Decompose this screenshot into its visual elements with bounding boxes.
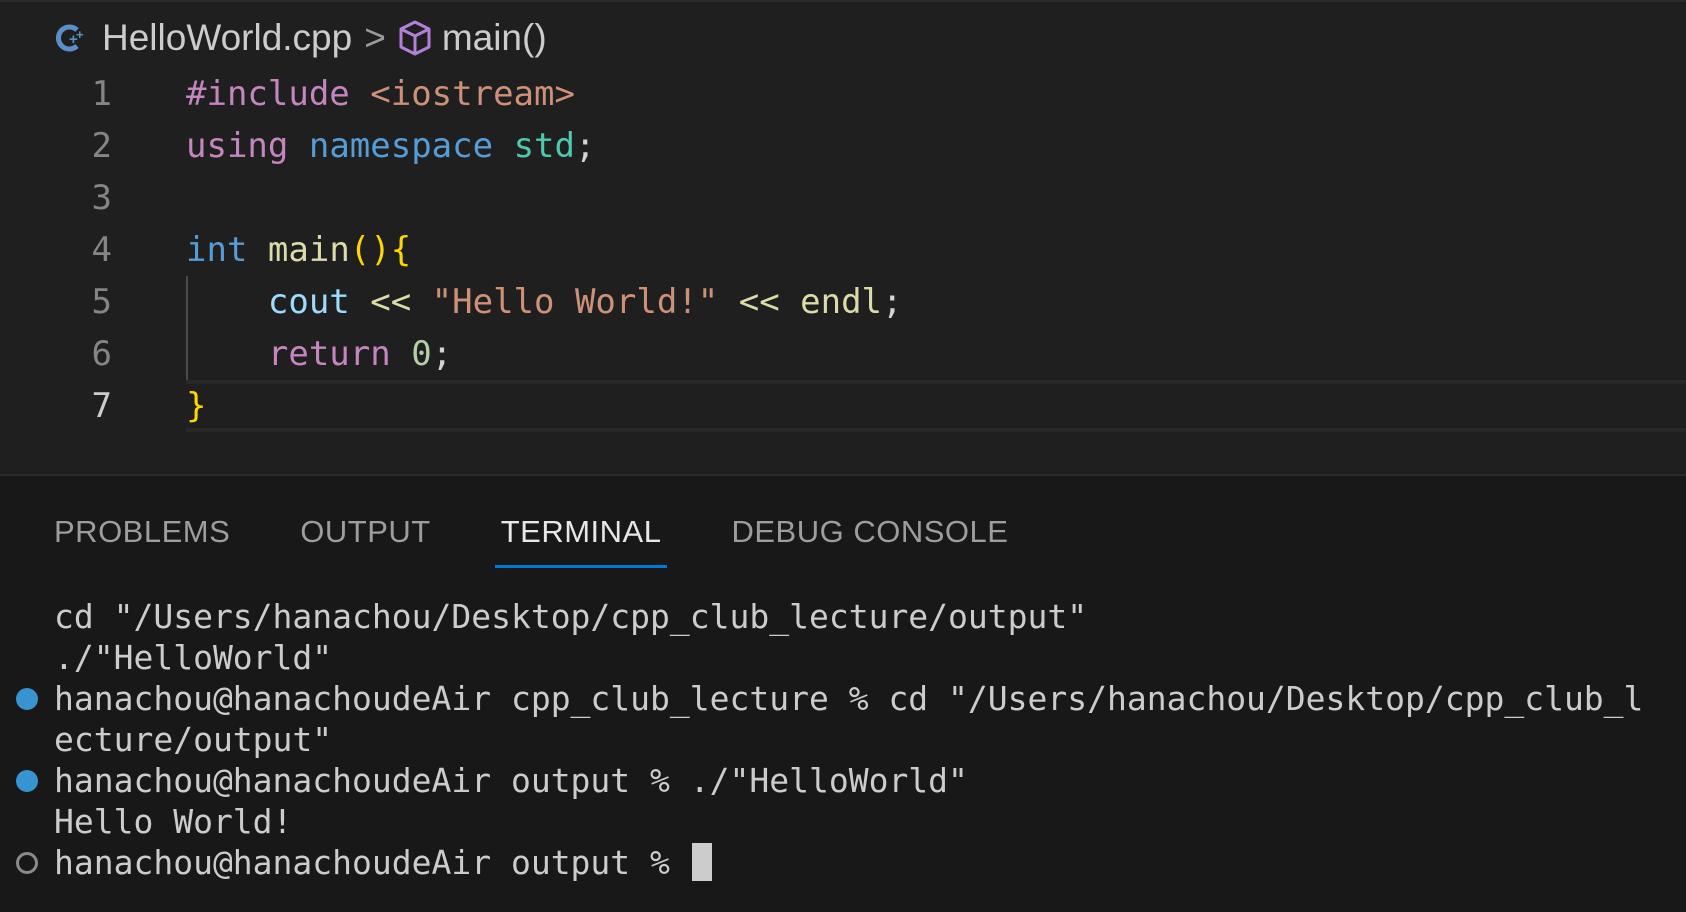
- line-number: 1: [91, 74, 112, 114]
- code-token: return: [267, 334, 391, 374]
- command-pending-icon[interactable]: [16, 852, 38, 874]
- code-line[interactable]: 3: [0, 172, 1686, 224]
- tab-terminal[interactable]: TERMINAL: [494, 508, 668, 568]
- terminal-line: hanachou@hanachoudeAir cpp_club_lecture …: [0, 678, 1686, 719]
- terminal-line: hanachou@hanachoudeAir output % ./"Hello…: [0, 760, 1686, 801]
- terminal-line: ecture/output": [0, 719, 1686, 760]
- code-token: <<: [349, 282, 432, 322]
- tab-debug-console[interactable]: DEBUG CONSOLE: [731, 508, 1008, 556]
- line-number: 3: [91, 178, 112, 218]
- indent-guide: [186, 276, 188, 380]
- breadcrumb-symbol[interactable]: main(): [442, 17, 547, 59]
- line-number: 6: [91, 334, 112, 374]
- terminal-text: ./"HelloWorld": [54, 638, 333, 677]
- code-line[interactable]: 2 using namespace std;: [0, 120, 1686, 172]
- code-token: cout: [267, 282, 350, 322]
- code-token: ;: [431, 334, 453, 374]
- code-token: main: [267, 230, 350, 270]
- code-token: }: [186, 386, 207, 426]
- editor-area[interactable]: + + HelloWorld.cpp > main() 1 #include <i…: [0, 0, 1686, 474]
- line-text: int main(){: [186, 224, 411, 276]
- code-line[interactable]: 1 #include <iostream>: [0, 68, 1686, 120]
- terminal-cursor: [691, 843, 712, 881]
- terminal-line: cd "/Users/hanachou/Desktop/cpp_club_lec…: [0, 596, 1686, 637]
- breadcrumb: + + HelloWorld.cpp > main(): [54, 16, 547, 60]
- code-token: ;: [882, 282, 903, 322]
- bottom-panel: PROBLEMS OUTPUT TERMINAL DEBUG CONSOLE cd "…: [0, 476, 1686, 912]
- breadcrumb-separator: >: [364, 17, 386, 58]
- tab-problems[interactable]: PROBLEMS: [54, 508, 230, 556]
- code-line[interactable]: 5 cout << "Hello World!" << endl;: [0, 276, 1686, 328]
- command-decoration-icon[interactable]: [16, 770, 38, 792]
- code-token: (){: [349, 230, 412, 270]
- code-lines[interactable]: 1 #include <iostream> 2 using namespace std…: [0, 68, 1686, 432]
- cube-method-icon: [398, 20, 432, 56]
- line-number: 7: [91, 386, 112, 426]
- code-token: std: [513, 126, 575, 166]
- terminal-text: hanachou@hanachoudeAir output %: [54, 843, 690, 882]
- terminal-text: Hello World!: [54, 802, 293, 841]
- terminal-text: cd "/Users/hanachou/Desktop/cpp_club_lec…: [54, 597, 1088, 636]
- terminal-output[interactable]: cd "/Users/hanachou/Desktop/cpp_club_lec…: [0, 596, 1686, 883]
- code-line[interactable]: 6 return 0;: [0, 328, 1686, 380]
- current-line-highlight: [186, 380, 1686, 432]
- line-number: 2: [91, 126, 112, 166]
- svg-text:+: +: [76, 27, 84, 42]
- line-number: 5: [91, 282, 112, 322]
- terminal-text: hanachou@hanachoudeAir cpp_club_lecture …: [54, 679, 1644, 718]
- code-token: using: [186, 126, 289, 166]
- code-line[interactable]: 7}: [0, 380, 1686, 432]
- terminal-text: ecture/output": [54, 720, 333, 759]
- code-token: endl: [800, 282, 883, 322]
- line-text: cout << "Hello World!" << endl;: [186, 276, 903, 328]
- code-token: #include: [186, 74, 350, 114]
- code-token: <iostream>: [370, 74, 575, 114]
- code-token: 0: [411, 334, 432, 374]
- tab-output[interactable]: OUTPUT: [300, 508, 430, 556]
- line-text: return 0;: [186, 328, 452, 380]
- code-line[interactable]: 4 int main(){: [0, 224, 1686, 276]
- terminal-line: hanachou@hanachoudeAir output %: [0, 842, 1686, 883]
- cpp-file-icon: + +: [54, 21, 88, 55]
- terminal-text: hanachou@hanachoudeAir output % ./"Hello…: [54, 761, 968, 800]
- code-token: "Hello World!": [431, 282, 719, 322]
- line-text: }: [186, 380, 206, 432]
- terminal-line: Hello World!: [0, 801, 1686, 842]
- code-token: namespace: [308, 126, 494, 166]
- breadcrumb-file[interactable]: HelloWorld.cpp: [102, 17, 352, 59]
- panel-tabs: PROBLEMS OUTPUT TERMINAL DEBUG CONSOLE: [54, 508, 1078, 568]
- code-token: <<: [718, 282, 801, 322]
- code-token: ;: [574, 126, 596, 166]
- line-text: using namespace std;: [186, 120, 595, 172]
- code-token: int: [186, 230, 248, 270]
- line-text: #include <iostream>: [186, 68, 575, 120]
- line-number: 4: [91, 230, 112, 270]
- terminal-line: ./"HelloWorld": [0, 637, 1686, 678]
- command-decoration-icon[interactable]: [16, 688, 38, 710]
